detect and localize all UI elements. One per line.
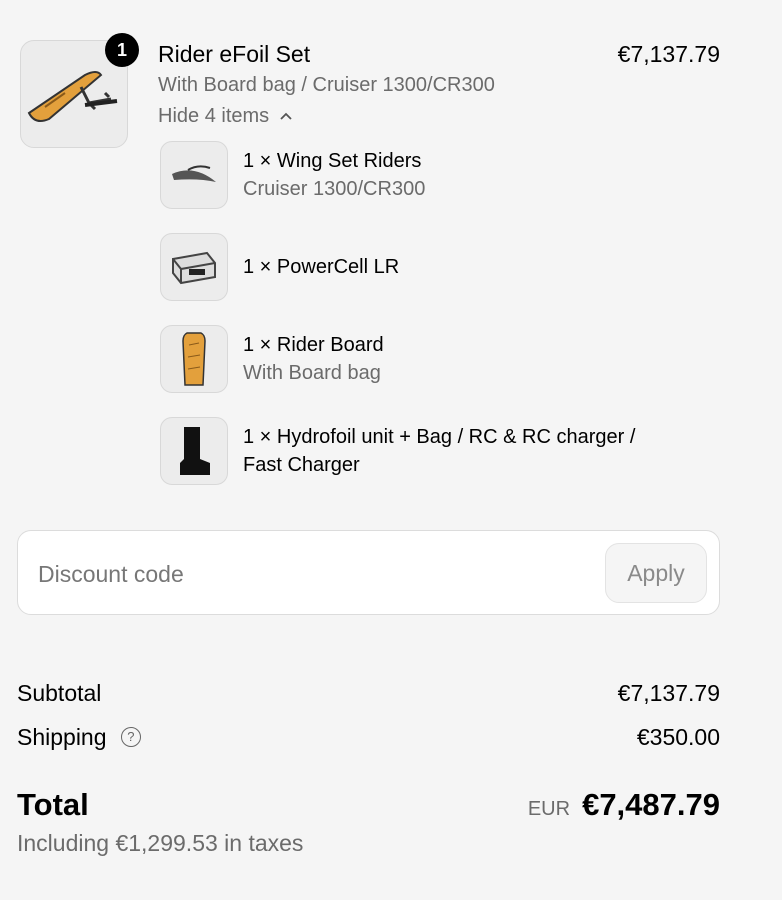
currency-code: EUR [527, 798, 571, 820]
bundle-item: 1 × PowerCell LR [160, 233, 720, 303]
bundle-item: 1 × Hydrofoil unit + Bag / RC & RC charg… [160, 417, 720, 487]
total-value: €7,487.79 [582, 787, 720, 822]
hide-items-label: Hide 4 items [158, 105, 270, 127]
shipping-value: €350.00 [636, 724, 720, 750]
taxes-note: Including €1,299.53 in taxes [17, 830, 304, 856]
total-label: Total [17, 787, 89, 822]
apply-button[interactable]: Apply [605, 543, 707, 603]
subtotal-label: Subtotal [17, 680, 102, 706]
shipping-row: Shipping ? €350.00 [17, 722, 720, 752]
bundle-item: 1 × Rider Board With Board bag [160, 325, 720, 395]
product-variant: With Board bag / Cruiser 1300/CR300 [158, 74, 495, 96]
bundle-item-label: 1 × Rider Board [243, 334, 384, 356]
bundle-item-label: 1 × Wing Set Riders [243, 150, 422, 172]
shipping-label: Shipping [17, 724, 107, 750]
subtotal-row: Subtotal €7,137.79 [17, 678, 720, 708]
product-price: €7,137.79 [617, 41, 720, 67]
wing-set-image [160, 141, 228, 209]
hydrofoil-unit-image [160, 417, 228, 485]
subtotal-value: €7,137.79 [617, 680, 720, 706]
quantity-badge: 1 [105, 33, 139, 67]
bundle-item-variant: Cruiser 1300/CR300 [243, 178, 426, 200]
hide-items-toggle[interactable]: Hide 4 items [158, 103, 293, 129]
product-title: Rider eFoil Set [158, 41, 311, 67]
line-item: 1 Rider eFoil Set €7,137.79 With Board b… [20, 33, 720, 150]
bundle-item-label: 1 × Hydrofoil unit + Bag / RC & RC charg… [243, 426, 636, 476]
discount-code-input[interactable] [36, 553, 540, 595]
chevron-up-icon [279, 103, 293, 129]
discount-box: Apply [17, 530, 720, 615]
efoil-image [27, 71, 118, 122]
rider-board-image [160, 325, 228, 393]
product-image: 1 [20, 33, 139, 148]
question-circle-icon[interactable]: ? [120, 726, 141, 747]
powercell-image [160, 233, 228, 301]
bundle-item-label: 1 × PowerCell LR [243, 256, 400, 278]
bundle-item-variant: With Board bag [243, 362, 381, 384]
total-row: Total EUR €7,487.79 [17, 786, 720, 826]
bundle-item: 1 × Wing Set Riders Cruiser 1300/CR300 [160, 141, 720, 211]
